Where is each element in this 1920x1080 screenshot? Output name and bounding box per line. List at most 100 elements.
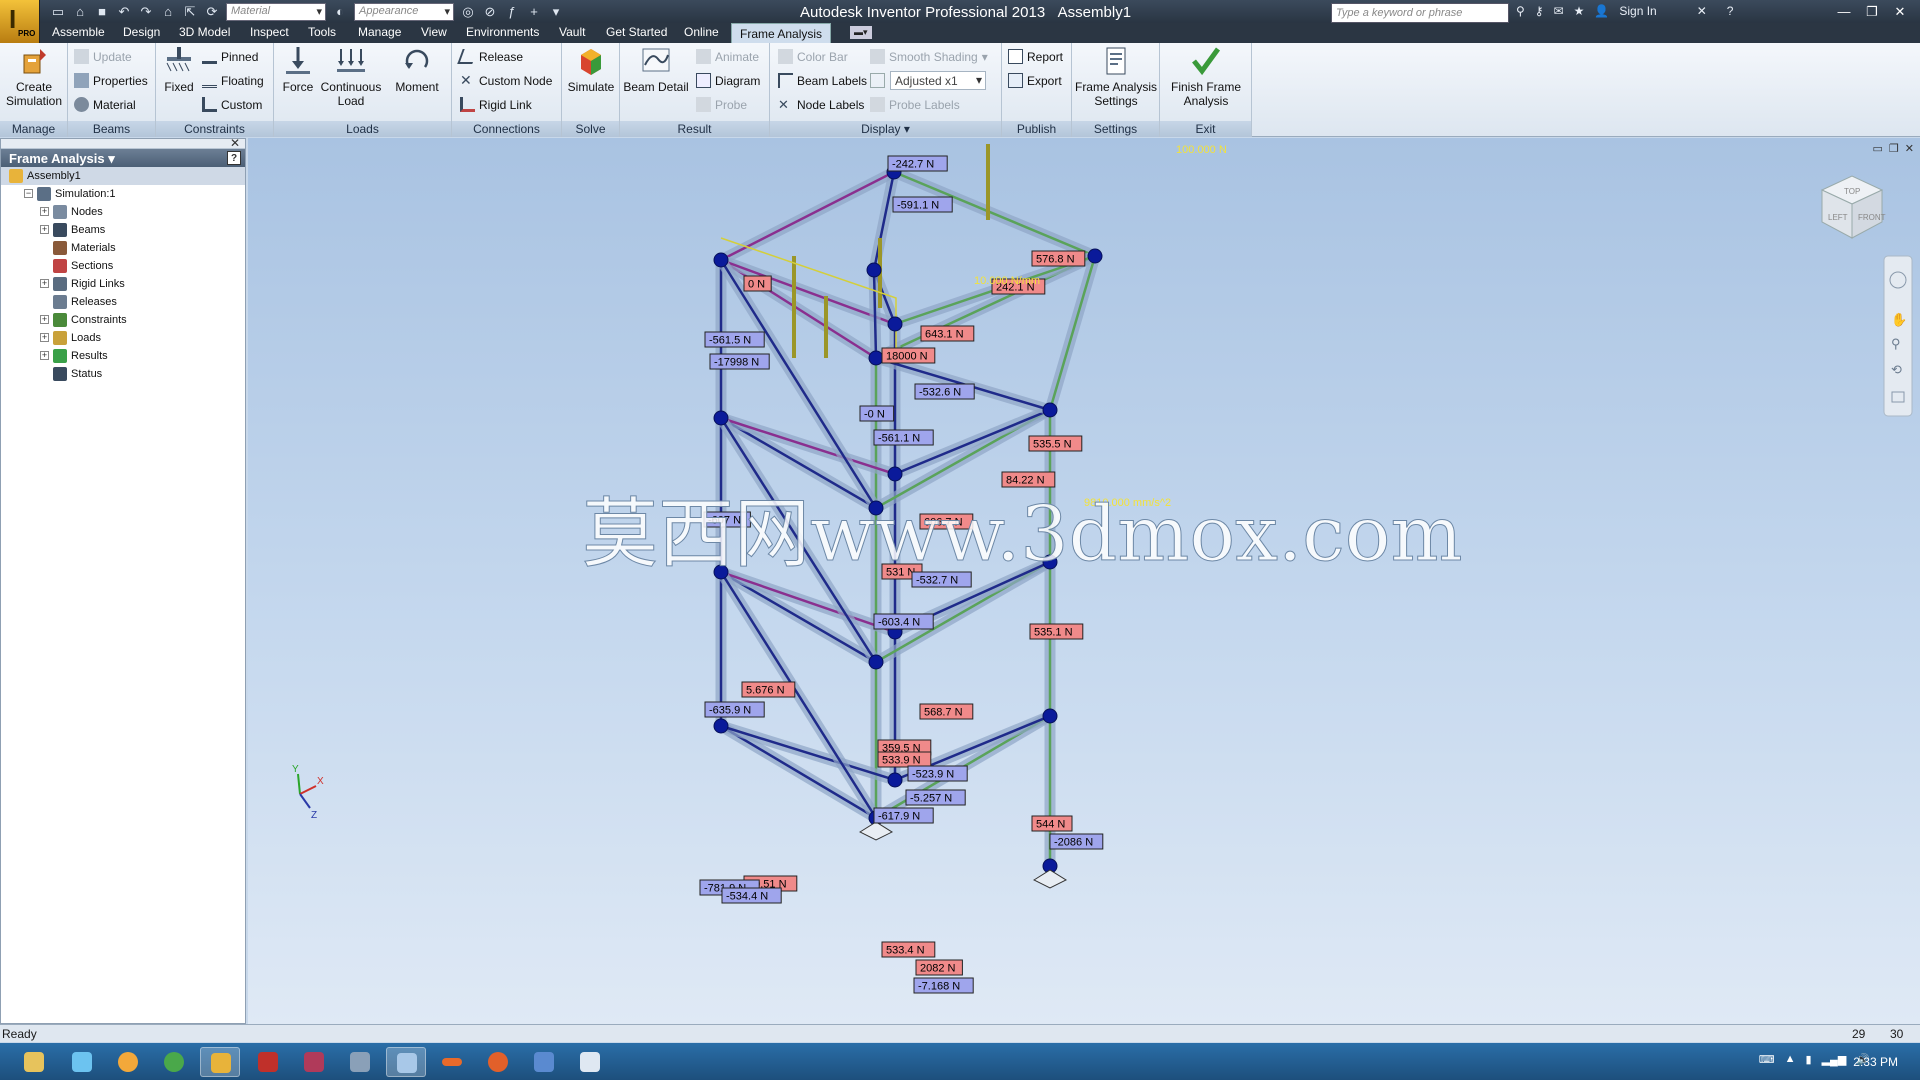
customize-icon[interactable]: ▾ xyxy=(548,4,564,20)
home-icon[interactable]: ⌂ xyxy=(160,4,176,20)
material-button[interactable]: Material xyxy=(74,97,136,112)
node[interactable] xyxy=(1042,402,1058,418)
graphics-viewport[interactable]: ▭ ❐ ✕ -242.7 N -591.1 N 576.8 N 242.1 N0 N-… xyxy=(248,138,1920,1024)
node[interactable] xyxy=(713,718,729,734)
tab-tools[interactable]: Tools xyxy=(308,25,336,39)
signal-icon[interactable]: ▂▄▆ xyxy=(1822,1053,1847,1066)
update-icon[interactable]: ⟳ xyxy=(204,4,220,20)
probe-button[interactable]: Probe xyxy=(696,97,747,112)
tree-item[interactable]: + Beams xyxy=(1,221,245,239)
node[interactable] xyxy=(713,410,729,426)
exchange-icon[interactable]: ✕ xyxy=(1697,4,1707,18)
browser-header[interactable]: Frame Analysis ▾ ? xyxy=(1,149,245,167)
create-simulation-button[interactable]: Create Simulation xyxy=(2,45,66,108)
pinned-button[interactable]: Pinned xyxy=(202,49,258,64)
plus-icon[interactable]: + xyxy=(526,4,542,20)
taskbar-app-5[interactable] xyxy=(386,1047,426,1077)
orbit-icon[interactable]: ⟲ xyxy=(1891,362,1902,377)
beam-labels-button[interactable]: Beam Labels xyxy=(778,73,867,88)
taskbar-app-4[interactable] xyxy=(340,1047,380,1077)
tab-environments[interactable]: Environments xyxy=(466,25,539,39)
tray-expand-icon[interactable]: ▲ xyxy=(1785,1053,1796,1066)
taskbar-inventor[interactable] xyxy=(200,1047,240,1077)
node[interactable] xyxy=(866,262,882,278)
clock[interactable]: 2:33 PM xyxy=(1853,1055,1898,1069)
save-icon[interactable]: ■ xyxy=(94,4,110,20)
node[interactable] xyxy=(887,772,903,788)
tab-online[interactable]: Online xyxy=(684,25,719,39)
beam[interactable] xyxy=(893,170,1096,258)
zoom-icon[interactable]: ⚲ xyxy=(1891,336,1901,351)
open-icon[interactable]: ⌂ xyxy=(72,4,88,20)
tab-get-started[interactable]: Get Started xyxy=(606,25,667,39)
node[interactable] xyxy=(887,466,903,482)
node[interactable] xyxy=(1087,248,1103,264)
frame-analysis-settings-button[interactable]: Frame Analysis Settings xyxy=(1074,45,1158,108)
tree-item[interactable]: Assembly1 xyxy=(1,167,245,185)
fixed-button[interactable]: Fixed xyxy=(160,45,198,94)
tree-expander-icon[interactable]: + xyxy=(40,351,49,360)
pan-icon[interactable]: ✋ xyxy=(1891,312,1907,327)
node[interactable] xyxy=(868,654,884,670)
redo-icon[interactable]: ↷ xyxy=(138,4,154,20)
custom-button[interactable]: Custom xyxy=(202,97,262,112)
tree-expander-icon[interactable]: + xyxy=(40,333,49,342)
panel-title-display[interactable]: Display ▾ xyxy=(770,121,1001,137)
tree-expander-icon[interactable]: + xyxy=(40,279,49,288)
browser-help-icon[interactable]: ? xyxy=(227,151,241,165)
undo-icon[interactable]: ↶ xyxy=(116,4,132,20)
probe-labels-button[interactable]: Probe Labels xyxy=(870,97,960,112)
update-button[interactable]: Update xyxy=(74,49,132,64)
view-cube[interactable]: TOP LEFT FRONT xyxy=(1820,175,1886,239)
adjust-icon[interactable]: ◎ xyxy=(460,4,476,20)
tree-item[interactable]: + Rigid Links xyxy=(1,275,245,293)
tab-manage[interactable]: Manage xyxy=(358,25,401,39)
taskbar-chrome[interactable] xyxy=(154,1047,194,1077)
tab-frame-analysis[interactable]: Frame Analysis xyxy=(731,23,832,44)
simulate-button[interactable]: Simulate xyxy=(564,45,618,94)
taskbar-app-2[interactable] xyxy=(108,1047,148,1077)
tree-expander-icon[interactable]: + xyxy=(40,225,49,234)
taskbar-firefox[interactable] xyxy=(478,1047,518,1077)
node[interactable] xyxy=(887,316,903,332)
taskbar-app-3[interactable] xyxy=(294,1047,334,1077)
tree-item[interactable]: Materials xyxy=(1,239,245,257)
close-button[interactable]: ✕ xyxy=(1886,2,1914,22)
diagram-button[interactable]: Diagram xyxy=(696,73,760,88)
tree-item[interactable]: Releases xyxy=(1,293,245,311)
moment-button[interactable]: Moment xyxy=(386,45,448,94)
subscription-icon[interactable]: ✉ xyxy=(1554,4,1564,18)
properties-button[interactable]: Properties xyxy=(74,73,148,88)
taskbar-app-7[interactable] xyxy=(524,1047,564,1077)
export-button[interactable]: Export xyxy=(1008,73,1062,88)
taskbar-app-8[interactable] xyxy=(570,1047,610,1077)
continuous-load-button[interactable]: Continuous Load xyxy=(320,45,382,108)
key-icon[interactable]: ⚷ xyxy=(1535,4,1544,18)
tree-item[interactable]: + Constraints xyxy=(1,311,245,329)
beam-detail-button[interactable]: Beam Detail xyxy=(622,45,690,94)
tree-item[interactable]: Sections xyxy=(1,257,245,275)
tree-item[interactable]: + Results xyxy=(1,347,245,365)
fixed-support-icon[interactable] xyxy=(858,821,894,841)
tab-view[interactable]: View xyxy=(421,25,447,39)
star-icon[interactable]: ★ xyxy=(1574,4,1585,18)
appearance-icon[interactable]: ◐ xyxy=(332,4,348,20)
node-labels-button[interactable]: ✕ Node Labels xyxy=(778,97,864,112)
search-input[interactable]: Type a keyword or phrase xyxy=(1331,3,1509,23)
taskbar-app-1[interactable] xyxy=(62,1047,102,1077)
tab-3d-model[interactable]: 3D Model xyxy=(179,25,230,39)
sign-in-link[interactable]: Sign In xyxy=(1619,4,1656,18)
restore-button[interactable]: ❐ xyxy=(1858,2,1886,22)
tree-item[interactable]: Status xyxy=(1,365,245,383)
tab-inspect[interactable]: Inspect xyxy=(250,25,289,39)
node[interactable] xyxy=(868,350,884,366)
application-menu-button[interactable]: I PRO xyxy=(0,0,40,44)
select-icon[interactable]: ⇱ xyxy=(182,4,198,20)
fx-icon[interactable]: ƒ xyxy=(504,4,520,20)
smooth-shading-button[interactable]: Smooth Shading ▾ xyxy=(870,49,988,64)
browser-close-icon[interactable]: ✕ xyxy=(230,136,240,150)
binoculars-icon[interactable]: ⚲ xyxy=(1516,4,1525,18)
appearance-combo[interactable]: Appearance xyxy=(354,3,454,21)
rigid-link-button[interactable]: Rigid Link xyxy=(460,97,532,112)
tab-assemble[interactable]: Assemble xyxy=(52,25,105,39)
